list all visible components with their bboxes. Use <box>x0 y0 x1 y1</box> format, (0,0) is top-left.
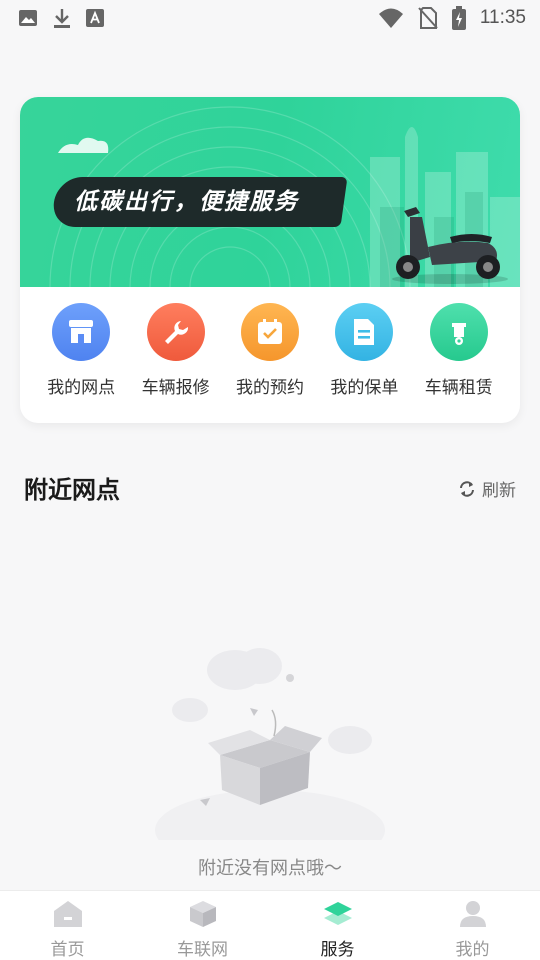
person-icon <box>459 901 486 927</box>
quick-actions: 我的网点 车辆报修 我的预约 我的保单 车辆租赁 <box>20 303 520 413</box>
layers-icon <box>323 902 352 925</box>
battery-charging-icon <box>451 6 466 30</box>
nearby-title: 附近网点 <box>24 476 120 504</box>
tab-label: 车联网 <box>177 940 228 960</box>
service-card: 低碳出行，便捷服务 我的网点 车辆报修 我的预约 我的保单 车辆租赁 <box>20 97 520 423</box>
status-time: 11:35 <box>479 7 526 28</box>
quick-action-label: 我的预约 <box>235 378 304 398</box>
promo-banner[interactable]: 低碳出行，便捷服务 <box>20 97 520 287</box>
no-sim-icon <box>418 7 438 29</box>
refresh-icon <box>460 480 474 497</box>
quick-action-vehicle-repair[interactable]: 车辆报修 <box>131 303 221 413</box>
status-right: 11:35 <box>378 6 526 30</box>
tab-label: 我的 <box>455 940 490 960</box>
status-bar: 11:35 <box>0 0 540 36</box>
quick-action-my-outlets[interactable]: 我的网点 <box>36 303 126 413</box>
bottom-tab-bar: 首页 车联网 服务 我的 <box>0 890 540 960</box>
cube-icon <box>189 901 216 927</box>
empty-state-text: 附近没有网点哦～ <box>198 858 342 879</box>
tab-label: 服务 <box>320 940 355 960</box>
quick-action-label: 车辆租赁 <box>424 378 493 398</box>
scooter-illustration <box>392 207 508 284</box>
image-icon <box>19 10 37 26</box>
banner-slogan: 低碳出行，便捷服务 <box>74 189 299 215</box>
quick-action-label: 车辆报修 <box>141 378 210 398</box>
wifi-icon <box>378 8 403 28</box>
quick-action-label: 我的保单 <box>330 378 399 398</box>
status-left <box>18 7 104 29</box>
quick-action-vehicle-rental[interactable]: 车辆租赁 <box>414 303 504 413</box>
tab-connected-car[interactable]: 车联网 <box>135 899 270 960</box>
wrench-icon <box>146 303 205 361</box>
refresh-label: 刷新 <box>482 481 516 501</box>
quick-action-label: 我的网点 <box>47 378 116 398</box>
tab-services[interactable]: 服务 <box>270 899 405 960</box>
quick-action-my-appointments[interactable]: 我的预约 <box>225 303 315 413</box>
calendar-check-icon <box>240 303 299 361</box>
quick-action-my-policies[interactable]: 我的保单 <box>319 303 409 413</box>
scooter-icon <box>429 303 488 361</box>
tab-label: 首页 <box>50 940 85 960</box>
refresh-button[interactable]: 刷新 <box>458 476 516 501</box>
empty-box-illustration <box>155 648 385 840</box>
download-icon <box>54 9 70 28</box>
tab-home[interactable]: 首页 <box>0 899 135 960</box>
home-icon <box>53 901 82 927</box>
document-icon <box>335 303 394 361</box>
store-icon <box>52 303 111 361</box>
tab-mine[interactable]: 我的 <box>405 899 540 960</box>
font-icon <box>86 9 104 27</box>
